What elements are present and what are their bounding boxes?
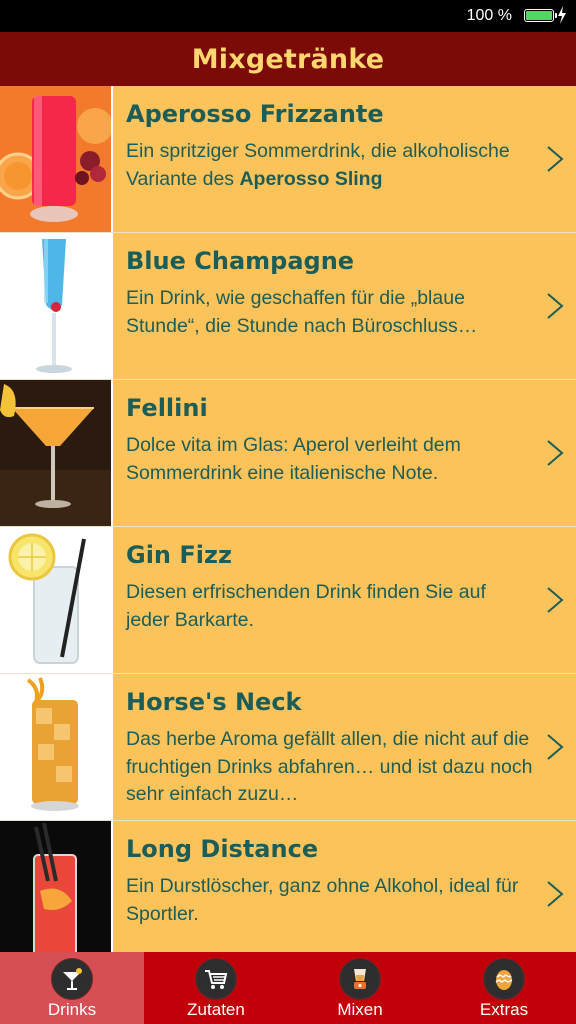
- chevron-right-icon: [547, 587, 564, 613]
- drink-name: Fellini: [126, 394, 208, 422]
- tab-bar: Drinks Zutaten Mixen Extras: [0, 952, 576, 1024]
- drinks-list[interactable]: Aperosso Frizzante Ein spritziger Sommer…: [0, 86, 576, 952]
- blender-icon: [339, 958, 381, 1000]
- tab-label: Mixen: [337, 1000, 383, 1019]
- chevron-right-icon: [547, 881, 564, 907]
- drink-name: Horse's Neck: [126, 688, 302, 716]
- list-item-gin-fizz[interactable]: Gin Fizz Diesen erfrischenden Drink find…: [0, 527, 576, 674]
- drink-name: Gin Fizz: [126, 541, 232, 569]
- drink-image: [0, 527, 111, 673]
- tab-zutaten[interactable]: Zutaten: [144, 952, 288, 1024]
- drink-description: Dolce vita im Glas: Aperol verleiht dem …: [126, 434, 461, 484]
- tab-label: Zutaten: [187, 1000, 245, 1019]
- drink-image: [0, 674, 111, 820]
- tab-extras[interactable]: Extras: [432, 952, 576, 1024]
- battery-icon: [524, 9, 557, 22]
- drink-description-bold: Aperosso Sling: [239, 167, 383, 190]
- drink-description: Ein Drink, wie geschaffen für die „blaue…: [126, 287, 478, 337]
- drink-image: [0, 821, 111, 952]
- chevron-right-icon: [547, 734, 564, 760]
- drink-name: Long Distance: [126, 835, 319, 863]
- status-bar: 100 %: [0, 0, 576, 32]
- shopping-cart-icon: [195, 958, 237, 1000]
- page-title: Mixgetränke: [191, 43, 385, 75]
- list-item-aperosso-frizzante[interactable]: Aperosso Frizzante Ein spritziger Sommer…: [0, 86, 576, 233]
- charging-icon: [558, 6, 566, 24]
- tab-label: Extras: [479, 1000, 529, 1019]
- chevron-right-icon: [547, 440, 564, 466]
- tab-label: Drinks: [47, 1000, 97, 1019]
- drink-image: [0, 233, 111, 379]
- list-item-long-distance[interactable]: Long Distance Ein Durstlöscher, ganz ohn…: [0, 821, 576, 952]
- battery-percentage: 100 %: [466, 7, 512, 24]
- chevron-right-icon: [547, 146, 564, 172]
- tab-drinks[interactable]: Drinks: [0, 952, 144, 1024]
- chevron-right-icon: [547, 293, 564, 319]
- tab-mixen[interactable]: Mixen: [288, 952, 432, 1024]
- drink-image: [0, 86, 111, 232]
- egg-icon: [483, 958, 525, 1000]
- list-item-fellini[interactable]: Fellini Dolce vita im Glas: Aperol verle…: [0, 380, 576, 527]
- cocktail-icon: [51, 958, 93, 1000]
- drink-name: Aperosso Frizzante: [126, 100, 384, 128]
- list-item-blue-champagne[interactable]: Blue Champagne Ein Drink, wie geschaffen…: [0, 233, 576, 380]
- drink-description: Ein spritziger Sommerdrink, die alkoholi…: [126, 140, 510, 190]
- list-item-horses-neck[interactable]: Horse's Neck Das herbe Aroma gefällt all…: [0, 674, 576, 821]
- navigation-bar: Mixgetränke: [0, 32, 576, 86]
- drink-description: Diesen erfrischenden Drink finden Sie au…: [126, 581, 486, 631]
- drink-description: Ein Durstlöscher, ganz ohne Alkohol, ide…: [126, 875, 519, 925]
- drink-image: [0, 380, 111, 526]
- drink-description: Das herbe Aroma gefällt allen, die nicht…: [126, 728, 533, 805]
- drink-name: Blue Champagne: [126, 247, 355, 275]
